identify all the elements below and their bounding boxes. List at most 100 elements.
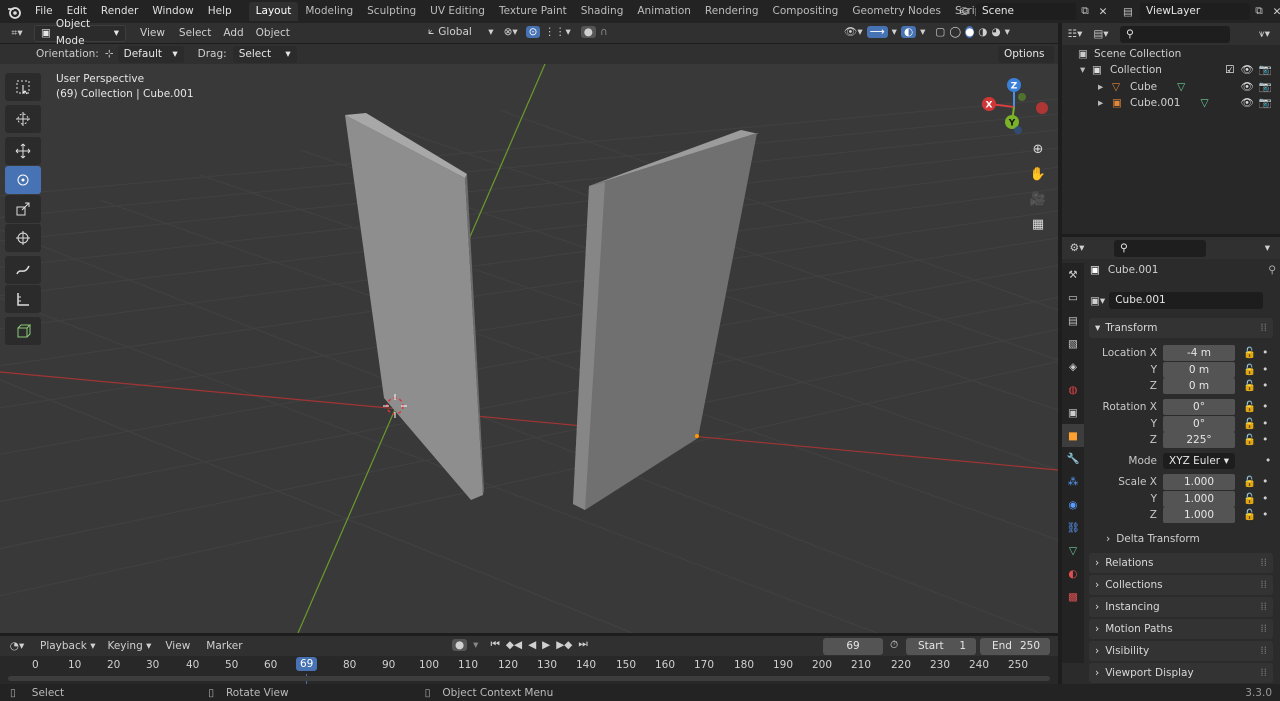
options-dropdown[interactable]: Options ▾ xyxy=(998,46,1054,77)
end-frame-field[interactable]: End 250 xyxy=(980,638,1050,655)
pin-icon[interactable]: ⚲ xyxy=(1268,264,1276,276)
viewlayer-field[interactable]: ViewLayer xyxy=(1140,3,1250,20)
transform-orientation-dropdown[interactable]: Global xyxy=(438,26,488,38)
instancing-panel-header[interactable]: › Instancing ⁞⁞ xyxy=(1089,597,1273,617)
drag-handle-icon[interactable]: ⁞⁞ xyxy=(1260,579,1267,591)
lock-icon[interactable]: 🔓 xyxy=(1243,508,1256,521)
physics-tab-icon[interactable]: ◉ xyxy=(1062,493,1084,516)
visibility-selector-icon[interactable]: 👁▾ xyxy=(844,25,863,38)
menu-add[interactable]: Add xyxy=(217,27,249,39)
keyframe-dot-icon[interactable]: • xyxy=(1262,380,1268,392)
measure-tool-icon[interactable] xyxy=(5,285,41,313)
eye-icon[interactable]: 👁 xyxy=(1241,63,1254,76)
shading-dropdown-icon[interactable]: ▾ xyxy=(1005,26,1010,38)
delta-transform-subpanel[interactable]: › Delta Transform xyxy=(1106,533,1200,545)
keyframe-dot-icon[interactable]: • xyxy=(1262,434,1268,446)
keying-menu[interactable]: Keying ▾ xyxy=(101,640,157,652)
transform-tool-icon[interactable] xyxy=(5,224,41,252)
3d-viewport[interactable]: User Perspective (69) Collection | Cube.… xyxy=(0,64,1058,633)
drag-handle-icon[interactable]: ⁞⁞ xyxy=(1260,322,1267,334)
keyframe-dot-icon[interactable]: • xyxy=(1262,418,1268,430)
lock-icon[interactable]: 🔓 xyxy=(1243,417,1256,430)
cube-001-mesh[interactable] xyxy=(573,130,759,510)
object-name-field[interactable]: Cube.001 xyxy=(1109,292,1264,309)
zoom-icon[interactable]: ⊕ xyxy=(1026,142,1050,167)
object-datablock-icon[interactable]: ▣▾ xyxy=(1090,295,1105,307)
playhead-frame-label[interactable]: 69 xyxy=(296,657,318,671)
expand-arrow-icon[interactable]: ▸ xyxy=(1098,81,1112,93)
snap-target-icon[interactable]: ⋮⋮▾ xyxy=(544,26,570,38)
constraints-tab-icon[interactable]: ⛓ xyxy=(1062,516,1084,539)
tab-sculpting[interactable]: Sculpting xyxy=(360,2,423,21)
view-layer-tab-icon[interactable]: ▧ xyxy=(1062,332,1084,355)
drag-handle-icon[interactable]: ⁞⁞ xyxy=(1260,601,1267,613)
ortho-grid-icon[interactable]: ▦ xyxy=(1026,217,1050,242)
location-z-field[interactable]: 0 m xyxy=(1163,377,1235,394)
filter-icon[interactable]: ⩛▾ xyxy=(1259,28,1270,41)
lock-icon[interactable]: 🔓 xyxy=(1243,379,1256,392)
location-x-field[interactable]: -4 m xyxy=(1163,344,1235,361)
record-dropdown-icon[interactable]: ▾ xyxy=(473,639,478,651)
rotation-z-field[interactable]: 225° xyxy=(1163,431,1235,448)
keyframe-dot-icon[interactable]: • xyxy=(1262,509,1268,521)
properties-search-input[interactable]: ⚲ xyxy=(1114,239,1206,257)
object-tab-icon[interactable]: ■ xyxy=(1062,424,1084,447)
blender-logo-icon[interactable] xyxy=(0,0,28,23)
proportional-edit-icon[interactable]: ● xyxy=(580,25,596,38)
wireframe-shading-icon[interactable]: ◯ xyxy=(949,26,961,38)
lock-icon[interactable]: 🔓 xyxy=(1243,433,1256,446)
drag-handle-icon[interactable]: ⁞⁞ xyxy=(1260,667,1267,679)
material-shading-icon[interactable]: ◑ xyxy=(978,26,987,38)
checkbox-icon[interactable]: ☑ xyxy=(1225,64,1234,76)
play-icon[interactable]: ▶ xyxy=(542,639,550,651)
rotation-mode-dropdown[interactable]: XYZ Euler ▾ xyxy=(1163,452,1235,469)
jump-start-icon[interactable]: ⏮ xyxy=(490,638,499,651)
stopwatch-icon[interactable]: ⏱ xyxy=(890,639,898,652)
cursor-tool-icon[interactable] xyxy=(5,105,41,133)
keyframe-dot-icon[interactable]: • xyxy=(1262,364,1268,376)
tab-modeling[interactable]: Modeling xyxy=(298,2,360,21)
gizmo-neg-y-axis[interactable] xyxy=(1018,93,1026,101)
outliner-search-input[interactable]: ⚲ xyxy=(1120,25,1230,43)
rotate-tool-icon[interactable] xyxy=(5,166,41,194)
motion-paths-panel-header[interactable]: › Motion Paths ⁞⁞ xyxy=(1089,619,1273,639)
keyframe-dot-icon[interactable]: • xyxy=(1262,476,1268,488)
lock-icon[interactable]: 🔓 xyxy=(1243,492,1256,505)
editor-type-icon[interactable]: ⌗▾ xyxy=(0,27,34,40)
outliner-row-scene-collection[interactable]: ▣ Scene Collection xyxy=(1062,45,1280,62)
keyframe-dot-icon[interactable]: • xyxy=(1262,493,1268,505)
location-y-field[interactable]: 0 m xyxy=(1163,361,1235,378)
lock-icon[interactable]: 🔓 xyxy=(1243,363,1256,376)
relations-panel-header[interactable]: › Relations ⁞⁞ xyxy=(1089,553,1273,573)
output-tab-icon[interactable]: ▤ xyxy=(1062,309,1084,332)
expand-arrow-icon[interactable]: ▾ xyxy=(1080,64,1092,76)
current-frame-field[interactable]: 69 xyxy=(823,638,883,655)
scale-tool-icon[interactable] xyxy=(5,195,41,223)
rotation-x-field[interactable]: 0° xyxy=(1163,398,1235,415)
material-tab-icon[interactable]: ◐ xyxy=(1062,562,1084,585)
cube-mesh[interactable] xyxy=(345,113,484,500)
world-tab-icon[interactable]: ◍ xyxy=(1062,378,1084,401)
camera-icon[interactable]: 📷 xyxy=(1259,80,1272,93)
start-frame-field[interactable]: Start 1 xyxy=(906,638,976,655)
xray-toggle-icon[interactable]: ▢ xyxy=(935,26,945,38)
camera-view-icon[interactable]: 🎥 xyxy=(1026,192,1050,217)
menu-select[interactable]: Select xyxy=(173,27,217,39)
gizmo-neg-z-axis[interactable] xyxy=(1014,126,1022,134)
timeline-scrollbar[interactable] xyxy=(8,676,1050,681)
marker-menu[interactable]: Marker xyxy=(198,640,250,652)
select-box-tool-icon[interactable] xyxy=(5,73,41,101)
drag-handle-icon[interactable]: ⁞⁞ xyxy=(1260,645,1267,657)
gizmo-dropdown-icon[interactable]: ▾ xyxy=(892,26,897,38)
tab-animation[interactable]: Animation xyxy=(630,2,698,21)
tool-tab-icon[interactable]: ⚒ xyxy=(1062,263,1084,286)
pan-hand-icon[interactable]: ✋ xyxy=(1026,167,1050,192)
move-tool-icon[interactable] xyxy=(5,137,41,165)
snap-toggle-icon[interactable]: ⊙ xyxy=(525,25,541,38)
rendered-shading-icon[interactable]: ◕ xyxy=(991,26,1000,38)
camera-icon[interactable]: 📷 xyxy=(1259,96,1272,109)
display-mode-icon[interactable]: ▤▾ xyxy=(1088,28,1114,40)
tab-texture-paint[interactable]: Texture Paint xyxy=(492,2,574,21)
lock-icon[interactable]: 🔓 xyxy=(1243,400,1256,413)
outliner-row-cube-001[interactable]: ▸ ▣ Cube.001 ▽ 👁 📷 xyxy=(1062,94,1280,111)
